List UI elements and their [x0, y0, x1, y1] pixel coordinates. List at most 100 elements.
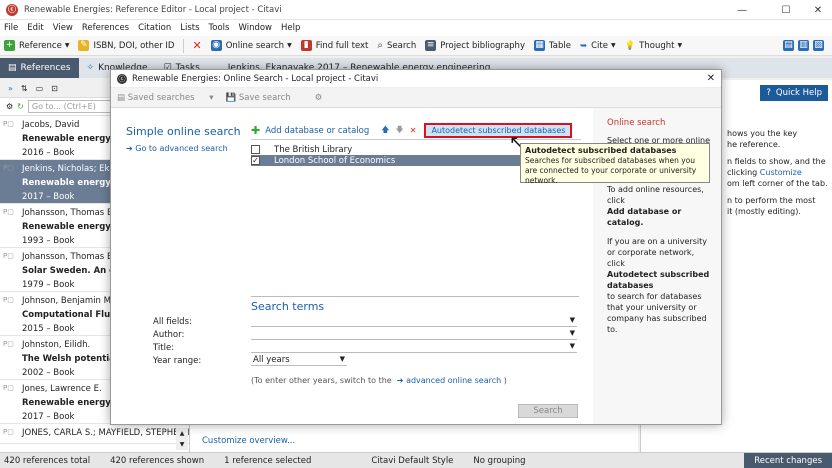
- autodetect-tooltip: Autodetect subscribed databases Searches…: [520, 143, 710, 185]
- thought-button[interactable]: 💡 Thought ▼: [625, 41, 683, 51]
- project-bibliography-button[interactable]: ≡ Project bibliography: [425, 40, 525, 51]
- simple-search-heading: Simple online search: [126, 125, 241, 138]
- menu-citation[interactable]: Citation: [138, 23, 171, 33]
- reference-item[interactable]: P▢ JONES, CARLA S.; MAYFIELD, STEPHEN P.: [0, 424, 189, 444]
- delete-x-icon: ✕: [192, 39, 202, 52]
- maximize-icon[interactable]: ☐: [768, 0, 804, 20]
- pin-icon: P▢: [3, 120, 14, 128]
- help-panel-title: Online search: [607, 118, 666, 128]
- author-input[interactable]: ▼: [251, 329, 577, 340]
- pin-icon: P▢: [3, 208, 14, 216]
- chevron-down-icon: ▼: [677, 42, 683, 49]
- chevron-down-icon: ▼: [569, 329, 575, 337]
- add-reference-button[interactable]: + Reference ▼: [4, 40, 69, 51]
- pin-icon: P▢: [3, 428, 14, 436]
- status-grouping[interactable]: No grouping: [473, 456, 525, 466]
- customize-link[interactable]: Customize: [760, 168, 802, 177]
- title-row: Title: ▼: [153, 342, 577, 353]
- menu-window[interactable]: Window: [238, 23, 272, 33]
- status-total: 420 references total: [4, 455, 91, 466]
- menu-tools[interactable]: Tools: [209, 23, 230, 33]
- dialog-titlebar: ⓒ Renewable Energies: Online Search - Lo…: [111, 70, 721, 88]
- pin-icon: P▢: [3, 340, 14, 348]
- save-search-button[interactable]: 💾 Save search: [226, 93, 303, 103]
- cite-button[interactable]: ➥ Cite ▼: [580, 41, 616, 51]
- autodetect-button[interactable]: Autodetect subscribed databases: [424, 123, 573, 138]
- year-range-select[interactable]: All years ▼: [251, 355, 347, 366]
- recent-changes-button[interactable]: Recent changes: [744, 453, 832, 468]
- dialog-search-button[interactable]: Search: [518, 404, 578, 418]
- menu-lists[interactable]: Lists: [180, 23, 199, 33]
- chevron-down-icon: ▼: [287, 42, 292, 49]
- year-range-row: Year range: All years ▼: [153, 355, 347, 366]
- quick-filter-icon[interactable]: ⊡: [51, 84, 58, 93]
- add-db-icon: ✚: [251, 124, 261, 137]
- menu-references[interactable]: References: [82, 23, 129, 33]
- main-toolbar: + Reference ▼ ✎ ISBN, DOI, other ID ✕ ◉ Onli…: [0, 36, 832, 56]
- database-toolbar: ✚ Add database or catalog 🡅 🡇 ✕ Autodete…: [251, 122, 581, 140]
- database-checkbox-checked[interactable]: ✓: [251, 156, 260, 165]
- dialog-close-icon[interactable]: ✕: [707, 73, 715, 84]
- help-icon: ?: [766, 88, 771, 98]
- list-scrollbar[interactable]: ▲ ▼: [176, 428, 188, 450]
- sort-icon[interactable]: ⇅: [21, 84, 28, 93]
- dialog-logo-icon: ⓒ: [117, 73, 127, 84]
- menu-file[interactable]: File: [4, 23, 18, 33]
- search-button[interactable]: ⌕ Search: [377, 40, 416, 51]
- move-down-icon[interactable]: 🡇: [396, 124, 404, 138]
- menu-bar: File Edit View References Citation Lists…: [0, 20, 832, 36]
- pin-icon: P▢: [3, 296, 14, 304]
- settings-icon[interactable]: ⚙: [6, 102, 13, 111]
- title-input[interactable]: ▼: [251, 342, 577, 353]
- menu-edit[interactable]: Edit: [27, 23, 43, 33]
- remove-db-icon[interactable]: ✕: [410, 126, 417, 135]
- minimize-icon[interactable]: —: [724, 0, 760, 20]
- cite-icon: ➥: [579, 40, 588, 51]
- refresh-icon[interactable]: ↻: [17, 102, 24, 111]
- add-database-link[interactable]: Add database or catalog: [265, 126, 369, 136]
- find-full-text-button[interactable]: ▮ Find full text: [300, 40, 368, 51]
- menu-help[interactable]: Help: [281, 23, 300, 33]
- database-checkbox[interactable]: [251, 145, 260, 154]
- status-style[interactable]: Citavi Default Style: [371, 456, 453, 466]
- globe-search-icon: ◉: [210, 40, 222, 51]
- status-selected: 1 reference selected: [224, 455, 312, 466]
- citavi-logo-icon: ⓒ: [6, 3, 18, 16]
- quick-help-text: hows you the key he reference. n fields …: [727, 129, 828, 216]
- expand-icon[interactable]: »: [8, 84, 13, 93]
- wand-icon: ✎: [78, 40, 90, 51]
- quick-help-button[interactable]: ? Quick Help: [760, 85, 828, 101]
- move-up-icon[interactable]: 🡅: [381, 124, 389, 138]
- pin-icon: P▢: [3, 252, 14, 260]
- layout-left-icon[interactable]: ▤: [783, 40, 794, 51]
- table-icon: ▦: [533, 40, 545, 51]
- menu-view[interactable]: View: [53, 23, 73, 33]
- delete-button[interactable]: ✕: [192, 39, 201, 52]
- search-icon: ⌕: [377, 40, 383, 51]
- tab-references[interactable]: ▤ References: [0, 58, 79, 78]
- search-terms-heading: Search terms: [251, 300, 325, 313]
- close-window-icon[interactable]: ✕: [800, 0, 832, 20]
- table-button[interactable]: ▦ Table: [533, 40, 571, 51]
- chevron-down-icon: ▼: [64, 42, 70, 49]
- online-search-dialog: ⓒ Renewable Energies: Online Search - Lo…: [110, 69, 722, 425]
- pdf-icon: ▮: [300, 40, 312, 51]
- arrow-icon: ➔: [126, 144, 136, 153]
- all-fields-input[interactable]: ▼: [251, 316, 577, 327]
- references-icon: ▤: [8, 63, 17, 73]
- dialog-settings-icon[interactable]: ⚙: [315, 93, 323, 103]
- knowledge-icon: ✧: [86, 63, 95, 73]
- customize-overview-link[interactable]: Customize overview...: [202, 436, 295, 446]
- dialog-title: Renewable Energies: Online Search - Loca…: [132, 73, 379, 84]
- online-search-button[interactable]: ◉ Online search ▼: [210, 40, 292, 51]
- layout-buttons: ▤ ▥ ▧: [783, 40, 828, 51]
- advanced-search-link[interactable]: ➔ Go to advanced search: [126, 144, 228, 153]
- chevron-down-icon: ▼: [569, 316, 575, 324]
- selection-icon[interactable]: ▭: [36, 84, 44, 93]
- advanced-online-search-link[interactable]: ➔ advanced online search: [394, 376, 501, 385]
- layout-right-icon[interactable]: ▧: [813, 40, 824, 51]
- lightbulb-icon: 💡: [624, 40, 636, 51]
- layout-center-icon[interactable]: ▥: [798, 40, 809, 51]
- saved-searches-button[interactable]: ▤ Saved searches ▾: [117, 93, 214, 103]
- isbn-button[interactable]: ✎ ISBN, DOI, other ID: [78, 40, 174, 51]
